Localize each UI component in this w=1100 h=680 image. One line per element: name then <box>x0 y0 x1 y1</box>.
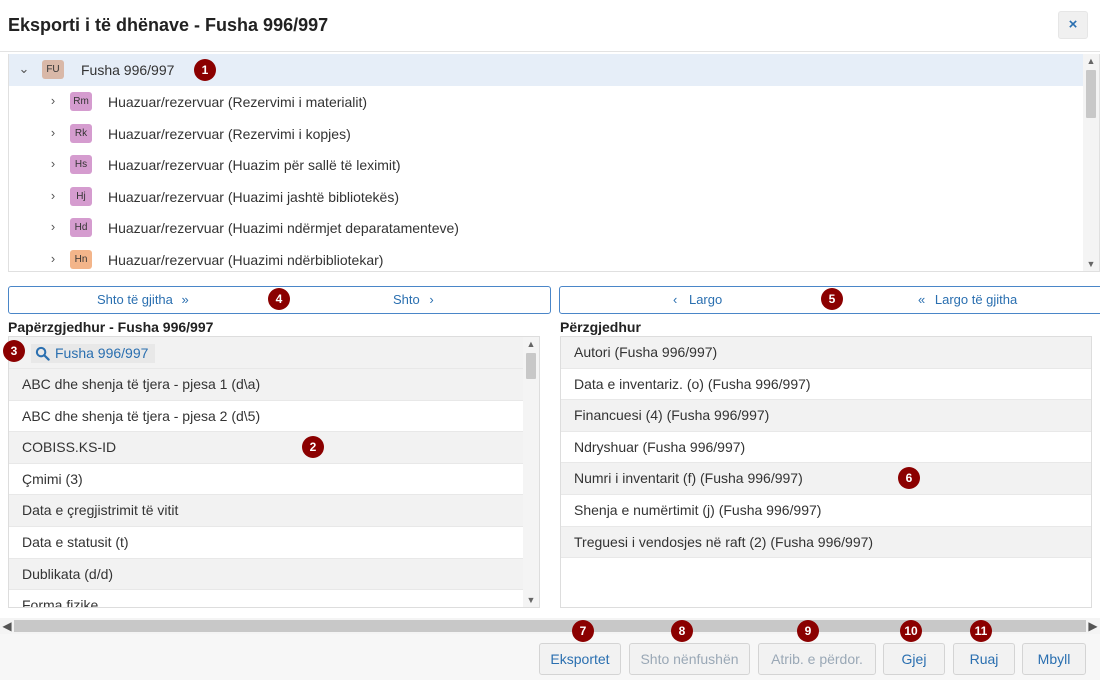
search-value: Fusha 996/997 <box>55 345 149 361</box>
unselected-list-item[interactable]: ABC dhe shenja të tjera - pjesa 2 (d\5) <box>9 401 523 433</box>
tree-item[interactable]: › Hn Huazuar/rezervuar (Huazimi ndërbiblio… <box>9 244 1085 272</box>
chevron-right-icon[interactable]: › <box>46 125 60 140</box>
dialog-header: Eksporti i të dhënave - Fusha 996/997 × <box>0 0 1100 52</box>
search-input[interactable]: Fusha 996/997 <box>31 344 155 363</box>
chevron-right-icon[interactable]: › <box>46 251 60 266</box>
marker-11: 11 <box>970 620 992 642</box>
tree-item-badge: Hs <box>70 155 92 174</box>
used-attributes-button[interactable]: Atrib. e përdor. <box>758 643 876 675</box>
scroll-down-arrow-icon[interactable]: ▼ <box>1083 257 1099 271</box>
unselected-list-item[interactable]: Data e statusit (t) <box>9 527 523 559</box>
tree-item-badge: Rk <box>70 123 92 143</box>
tree-vertical-scrollbar[interactable]: ▲ ▼ <box>1083 54 1099 271</box>
add-label: Shto <box>393 292 420 307</box>
tree-root-label: Fusha 996/997 <box>81 62 175 78</box>
scroll-thumb[interactable] <box>526 353 536 379</box>
double-chevron-right-icon: » <box>181 292 189 307</box>
chevron-right-icon[interactable]: › <box>46 157 60 171</box>
tree-root-badge: FU <box>42 60 64 79</box>
marker-9: 9 <box>797 620 819 642</box>
scroll-left-arrow-icon[interactable]: ◀ <box>0 618 14 634</box>
remove-all-button[interactable]: « Largo të gjitha <box>918 287 1017 313</box>
marker-6: 6 <box>898 467 920 489</box>
add-all-label: Shto të gjitha <box>97 292 173 307</box>
scroll-up-arrow-icon[interactable]: ▲ <box>523 337 539 351</box>
marker-5: 5 <box>821 288 843 310</box>
tree-item-badge: Hj <box>70 186 92 206</box>
tree-item[interactable]: › Rm Huazuar/rezervuar (Rezervimi i materi… <box>9 86 1085 118</box>
unselected-list-item[interactable]: Dublikata (d/d) <box>9 558 523 591</box>
tree-item[interactable]: › Hs Huazuar/rezervuar (Huazim për sallë t… <box>9 149 1085 181</box>
scroll-right-arrow-icon[interactable]: ▶ <box>1086 618 1100 634</box>
chevron-right-icon[interactable]: › <box>46 188 60 203</box>
marker-2: 2 <box>302 436 324 458</box>
marker-3: 3 <box>3 340 25 362</box>
selected-list-item[interactable]: Financuesi (4) (Fusha 996/997) <box>561 400 1091 432</box>
tree-item-badge: Hn <box>70 249 92 269</box>
close-button[interactable]: Mbyll <box>1022 643 1086 675</box>
tree-item-label: Huazuar/rezervuar (Huazimi jashtë biblio… <box>108 188 400 205</box>
tree-item[interactable]: › Hj Huazuar/rezervuar (Huazimi jashtë bib… <box>9 181 1085 213</box>
unselected-list-item[interactable]: Çmimi (3) <box>9 464 523 496</box>
marker-8: 8 <box>671 620 693 642</box>
unselected-list-item[interactable]: COBISS.KS-ID <box>9 432 523 464</box>
tree-item-label: Huazuar/rezervuar (Huazimi ndërbibliotek… <box>108 251 384 268</box>
selected-list-item[interactable]: Ndryshuar (Fusha 996/997) <box>561 432 1091 464</box>
unselected-list-title: Papërzgjedhur - Fusha 996/997 <box>8 319 214 335</box>
tree-item-label: Huazuar/rezervuar (Rezervimi i materiali… <box>108 94 368 110</box>
remove-all-label: Largo të gjitha <box>934 292 1018 307</box>
unselected-list-item[interactable]: Data e çregjistrimit të vitit <box>9 495 523 527</box>
dialog-footer: Eksportet Shto nënfushën Atrib. e përdor… <box>0 634 1100 680</box>
exports-button[interactable]: Eksportet <box>539 643 621 675</box>
close-dialog-button[interactable]: × <box>1058 11 1088 39</box>
double-chevron-left-icon: « <box>918 292 926 307</box>
save-button[interactable]: Ruaj <box>953 643 1015 675</box>
chevron-down-icon[interactable]: ⌄ <box>17 62 31 76</box>
horizontal-scroll-thumb[interactable] <box>14 620 1086 632</box>
tree-item-badge: Hd <box>70 218 92 237</box>
selected-list-item[interactable]: Treguesi i vendosjes në raft (2) (Fusha … <box>561 526 1091 559</box>
selected-list: Autori (Fusha 996/997) Data e inventariz.… <box>560 336 1092 608</box>
dialog-title: Eksporti i të dhënave - Fusha 996/997 <box>8 15 329 35</box>
find-button[interactable]: Gjej <box>883 643 945 675</box>
chevron-left-icon: ‹ <box>673 292 678 307</box>
unselected-list-item[interactable]: Forma fizike <box>9 590 523 607</box>
tree-item[interactable]: › Rk Huazuar/rezervuar (Rezervimi i kopjes… <box>9 118 1085 150</box>
selected-list-title: Përzgjedhur <box>560 319 641 335</box>
chevron-right-icon: › <box>429 292 434 307</box>
selected-list-item[interactable]: Numri i inventarit (f) (Fusha 996/997) <box>561 463 1091 495</box>
marker-10: 10 <box>900 620 922 642</box>
add-all-button[interactable]: Shto të gjitha » <box>97 287 189 313</box>
unselected-list-item[interactable]: ABC dhe shenja të tjera - pjesa 1 (d\a) <box>9 369 523 401</box>
unselected-list-scrollbar[interactable]: ▲ ▼ <box>523 337 539 607</box>
tree-item-label: Huazuar/rezervuar (Huazimi ndërmjet depa… <box>108 220 459 236</box>
add-button[interactable]: Shto › <box>393 287 434 313</box>
search-icon <box>35 346 50 361</box>
remove-button[interactable]: ‹ Largo <box>673 287 722 313</box>
search-row: Fusha 996/997 <box>9 337 523 369</box>
add-subfield-button[interactable]: Shto nënfushën <box>629 643 750 675</box>
tree-root-row[interactable]: ⌄ FU Fusha 996/997 <box>9 54 1085 86</box>
tree-item-badge: Rm <box>70 92 92 111</box>
horizontal-scrollbar[interactable]: ◀ ▶ <box>0 618 1100 634</box>
tree-item-label: Huazuar/rezervuar (Rezervimi i kopjes) <box>108 125 351 142</box>
selected-list-item[interactable]: Autori (Fusha 996/997) <box>561 337 1091 369</box>
selected-list-item[interactable]: Shenja e numërtimit (j) (Fusha 996/997) <box>561 495 1091 527</box>
remove-label: Largo <box>688 292 723 307</box>
marker-7: 7 <box>572 620 594 642</box>
chevron-right-icon[interactable]: › <box>46 94 60 108</box>
scroll-down-arrow-icon[interactable]: ▼ <box>523 593 539 607</box>
scroll-up-arrow-icon[interactable]: ▲ <box>1083 54 1099 68</box>
scroll-thumb[interactable] <box>1086 70 1096 118</box>
unselected-list: Fusha 996/997 ABC dhe shenja të tjera - … <box>8 336 540 608</box>
marker-4: 4 <box>268 288 290 310</box>
tree-item-label: Huazuar/rezervuar (Huazim për sallë të l… <box>108 157 401 173</box>
marker-1: 1 <box>194 59 216 81</box>
tree-item[interactable]: › Hd Huazuar/rezervuar (Huazimi ndërmjet d… <box>9 212 1085 244</box>
field-tree: ⌄ FU Fusha 996/997 › Rm Huazuar/rezervuar … <box>8 54 1100 272</box>
selected-list-item[interactable]: Data e inventariz. (o) (Fusha 996/997) <box>561 369 1091 401</box>
chevron-right-icon[interactable]: › <box>46 220 60 234</box>
